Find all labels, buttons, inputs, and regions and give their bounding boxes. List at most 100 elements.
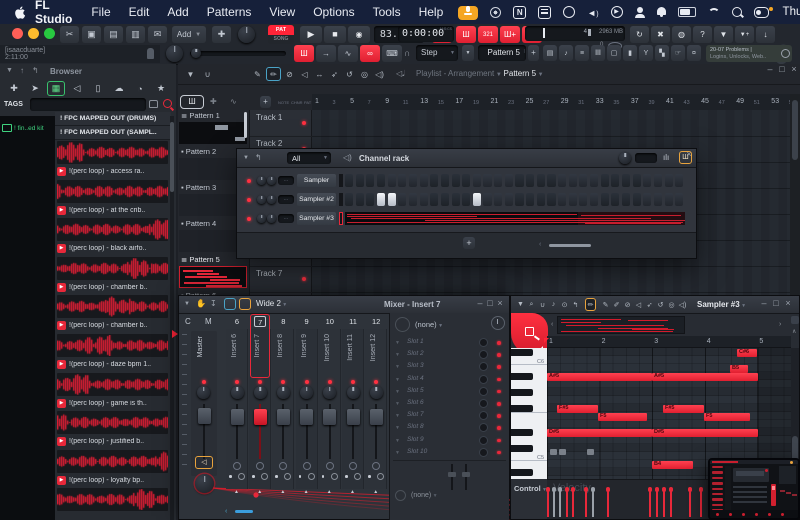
pr-ruler[interactable] (547, 336, 791, 348)
slot-arrow-icon[interactable]: ▼ (395, 352, 400, 358)
strip-fader-cap[interactable] (347, 409, 360, 425)
midi-note[interactable]: F#5 (663, 405, 704, 413)
toolbar-channel-rack-button[interactable]: ≡ (575, 45, 589, 61)
search-red-icon[interactable] (162, 98, 174, 110)
track-led[interactable] (302, 277, 306, 281)
menubar-item-edit[interactable]: Edit (129, 5, 150, 19)
ghost-note[interactable] (559, 449, 566, 455)
sample-name[interactable]: !(perc loop) - justified b.. (69, 438, 144, 445)
velocity-dot[interactable] (591, 487, 596, 492)
black-key[interactable] (511, 445, 533, 452)
step-cell[interactable] (441, 193, 449, 206)
slot-knob[interactable] (479, 338, 488, 347)
sample-name[interactable]: !(perc loop) - loyalty bp.. (69, 477, 144, 484)
maximize-icon[interactable]: □ (485, 298, 495, 308)
step-cell[interactable] (494, 193, 502, 206)
step-cell[interactable] (430, 174, 438, 187)
rack-swing-knob[interactable] (619, 152, 631, 164)
mixer-layout-preset[interactable]: Wide 2 ▼ (256, 299, 287, 308)
channel-name-button[interactable]: Sampler #2 (297, 193, 336, 206)
step-cell[interactable] (643, 174, 651, 187)
step-cell[interactable] (505, 174, 513, 187)
playlist-scroll-handle[interactable] (792, 100, 798, 160)
plugin-dropdown[interactable]: (none) ▼ (415, 320, 443, 329)
stop-button[interactable]: ■ (324, 26, 346, 43)
strip-dot[interactable] (275, 475, 278, 478)
step-cell[interactable] (494, 174, 502, 187)
clip-preview[interactable] (557, 316, 685, 334)
sample-item[interactable]: ▶!(perc loop) - chamber b.. (55, 294, 171, 332)
master-pan-knob[interactable] (197, 386, 210, 399)
pr-loop-icon[interactable]: ↺ (655, 298, 666, 311)
step-cell[interactable] (547, 193, 555, 206)
channel-pan-knob[interactable] (257, 214, 266, 223)
cue-speaker-icon[interactable]: ◁ (195, 456, 213, 469)
strip-number[interactable]: 10 (324, 316, 336, 327)
step-cell[interactable] (473, 174, 481, 187)
battery-icon[interactable] (678, 7, 696, 17)
toolbar-performance-button[interactable]: ▚ (655, 45, 669, 61)
tags-search-input[interactable] (30, 98, 146, 111)
toolbar-plugin-db-button[interactable]: ▮ (623, 45, 637, 61)
mixer-fx-icon[interactable] (239, 298, 251, 310)
main-volume-knob[interactable] (166, 45, 183, 62)
browser-patcher-tab[interactable]: ✚ (5, 81, 23, 96)
toolbar-typing-keyboard-icon[interactable]: ⌨ (382, 45, 402, 62)
paste-icon[interactable]: ▤ (104, 26, 123, 43)
sample-item[interactable]: ▶!(perc loop) - chamber b.. (55, 256, 171, 294)
velocity-dot[interactable] (546, 487, 551, 492)
maximize-icon[interactable]: □ (776, 64, 788, 76)
strip-pan-knob[interactable] (254, 386, 267, 399)
slot-led[interactable] (497, 451, 501, 455)
strip-arrow-icon[interactable]: ▲ (257, 489, 262, 495)
pr-note-icon[interactable]: ♪ (548, 298, 559, 311)
toolbar-link-controller-icon[interactable]: ∞ (360, 45, 380, 62)
track-name[interactable]: Track 7 (256, 269, 282, 278)
pattern-preview[interactable] (179, 266, 247, 288)
midi-note[interactable]: C#6 (737, 349, 757, 357)
black-key[interactable] (511, 405, 533, 412)
slot-arrow-icon[interactable]: ▼ (395, 401, 400, 407)
velocity-dot[interactable] (669, 487, 674, 492)
toolbar-shop-button[interactable]: ¤ (687, 45, 701, 61)
close-icon[interactable]: × (788, 64, 800, 76)
graph-editor-icon[interactable]: ılı (663, 153, 669, 162)
strip-pan-knob[interactable] (347, 386, 360, 399)
channel-mute-led[interactable] (247, 179, 251, 183)
close-icon[interactable]: × (783, 298, 793, 308)
sample-play-button[interactable]: ▶ (57, 360, 66, 369)
menubar-item-options[interactable]: Options (313, 5, 354, 19)
mini-fader-track[interactable] (465, 464, 467, 490)
channel-select-cell[interactable] (339, 174, 343, 187)
mixer-scroll-left-icon[interactable]: ‹ (225, 508, 227, 515)
black-key[interactable] (511, 429, 533, 436)
sample-play-button[interactable]: ▶ (57, 167, 66, 176)
velocity-stem[interactable] (607, 489, 609, 517)
channel-volume-knob[interactable] (267, 176, 276, 185)
strip-led[interactable] (305, 380, 309, 384)
menubar-item-patterns[interactable]: Patterns (207, 5, 252, 19)
control-dropdown[interactable]: Control ▼ (514, 484, 547, 493)
slot-arrow-icon[interactable]: ▼ (395, 413, 400, 419)
midi-note[interactable]: F#5 (557, 405, 598, 413)
strip-fader-cap[interactable] (370, 409, 383, 425)
rack-speaker-icon[interactable]: ◁) (343, 153, 352, 162)
track-led[interactable] (302, 121, 306, 125)
step-cell[interactable] (675, 174, 683, 187)
browser-cloud-tab[interactable]: ☁ (110, 81, 128, 96)
velocity-stem[interactable] (656, 489, 658, 517)
rack-filter-dropdown[interactable]: All▼ (287, 152, 331, 164)
slot-knob[interactable] (479, 448, 488, 457)
pan-icon[interactable]: ✚ (212, 26, 231, 43)
picker-piano-toggle[interactable]: Ш (180, 95, 204, 109)
add-menu-button[interactable]: Add▼ (172, 26, 206, 43)
playlist-add-button[interactable]: + (260, 96, 271, 108)
stereo-icon[interactable] (303, 462, 311, 470)
velocity-dot[interactable] (558, 487, 563, 492)
slot-arrow-icon[interactable]: ▼ (395, 340, 400, 346)
strip-arrow-icon[interactable]: ▲ (304, 489, 309, 495)
song-mode[interactable]: SONG (268, 35, 294, 44)
rack-scroll-left-icon[interactable]: ‹ (539, 241, 541, 248)
picker-auto-toggle[interactable]: ∿ (230, 97, 237, 106)
playlist-pattern-label[interactable]: Pattern 5 (504, 69, 536, 78)
